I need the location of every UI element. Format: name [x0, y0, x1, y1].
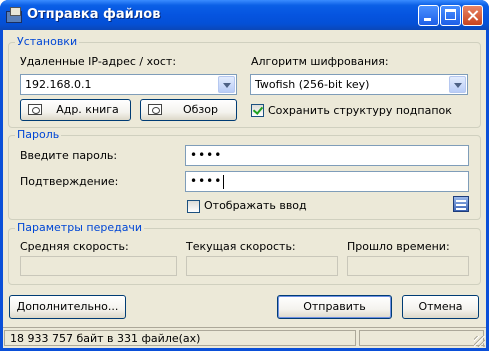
chevron-down-icon[interactable] [449, 76, 466, 93]
send-button[interactable]: Отправить [277, 295, 392, 319]
text-caret [223, 174, 225, 189]
status-pane-secondary [359, 330, 484, 346]
address-book-icon [28, 104, 42, 115]
avg-speed-label: Средняя скорость: [20, 240, 129, 253]
host-combobox[interactable]: 192.168.0.1 [20, 74, 237, 95]
dialog-client-area: Установки Удаленные IP-адрес / хост: 192… [3, 30, 486, 348]
show-input-checkbox[interactable] [187, 200, 200, 213]
password-value: •••• [190, 148, 223, 162]
show-input-label[interactable]: Отображать ввод [204, 199, 307, 212]
confirm-password-input[interactable]: •••• [185, 171, 469, 192]
send-files-window: Отправка файлов Установки Удаленные IP-а… [0, 0, 489, 351]
cancel-button[interactable]: Отмена [402, 295, 479, 319]
status-pane-main: 18 933 757 байт в 331 файле(ах) [4, 330, 356, 346]
cipher-combobox[interactable]: Twofish (256-bit key) [250, 74, 468, 95]
minimize-button[interactable] [418, 5, 439, 26]
title-bar[interactable]: Отправка файлов [0, 0, 489, 30]
confirm-label: Подтверждение: [20, 175, 119, 188]
address-book-label: Адр. книга [56, 103, 119, 116]
close-button[interactable] [462, 5, 483, 26]
status-text: 18 933 757 байт в 331 файле(ах) [10, 332, 201, 345]
confirm-value: •••• [190, 174, 223, 188]
status-bar: 18 933 757 байт в 331 файле(ах) [3, 327, 486, 348]
browse-icon [148, 104, 162, 115]
elapsed-label: Прошло времени: [347, 240, 450, 253]
window-title: Отправка файлов [27, 7, 161, 22]
chevron-down-icon[interactable] [218, 76, 235, 93]
settings-group-title: Установки [15, 35, 80, 48]
browse-button[interactable]: Обзор [140, 99, 237, 121]
cur-speed-field [186, 256, 338, 276]
maximize-icon [445, 9, 456, 20]
browse-label: Обзор [182, 103, 218, 116]
advanced-button[interactable]: Дополнительно... [9, 295, 126, 319]
host-label: Удаленные IP-адрес / хост: [20, 55, 177, 68]
close-icon [463, 6, 482, 25]
minimize-icon [424, 18, 431, 21]
resize-grip[interactable] [474, 336, 485, 347]
keep-structure-checkbox[interactable] [251, 104, 264, 117]
password-input[interactable]: •••• [185, 145, 469, 166]
password-group-title: Пароль [15, 128, 62, 141]
cipher-value: Twofish (256-bit key) [255, 78, 370, 91]
app-icon [6, 7, 22, 23]
host-value: 192.168.0.1 [25, 78, 92, 91]
keep-structure-label[interactable]: Сохранить структуру подпапок [268, 104, 452, 117]
cipher-label: Алгоритм шифрования: [251, 55, 389, 68]
keyboard-icon[interactable] [453, 196, 469, 212]
avg-speed-field [20, 256, 177, 276]
password-label: Введите пароль: [20, 149, 118, 162]
transfer-group-title: Параметры передачи [15, 221, 145, 234]
address-book-button[interactable]: Адр. книга [20, 99, 131, 121]
maximize-button[interactable] [440, 5, 461, 26]
cur-speed-label: Текущая скорость: [186, 240, 296, 253]
elapsed-field [347, 256, 469, 276]
